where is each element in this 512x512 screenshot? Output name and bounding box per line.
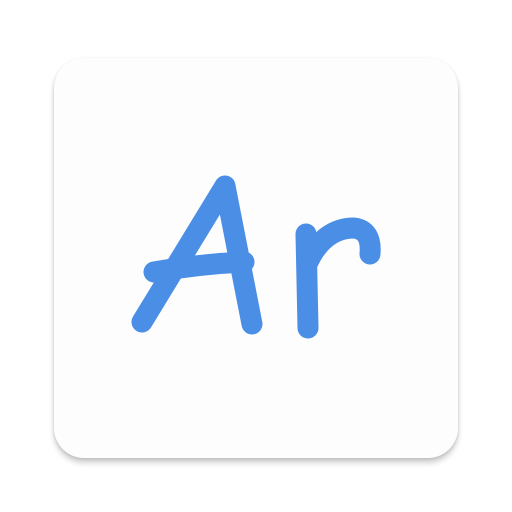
letter-a-crossbar [143,251,255,283]
icon-canvas: Ar [0,0,512,512]
ar-logo-strokes [131,175,381,339]
ar-logo-icon [131,175,381,339]
letter-r-arm [297,217,381,273]
